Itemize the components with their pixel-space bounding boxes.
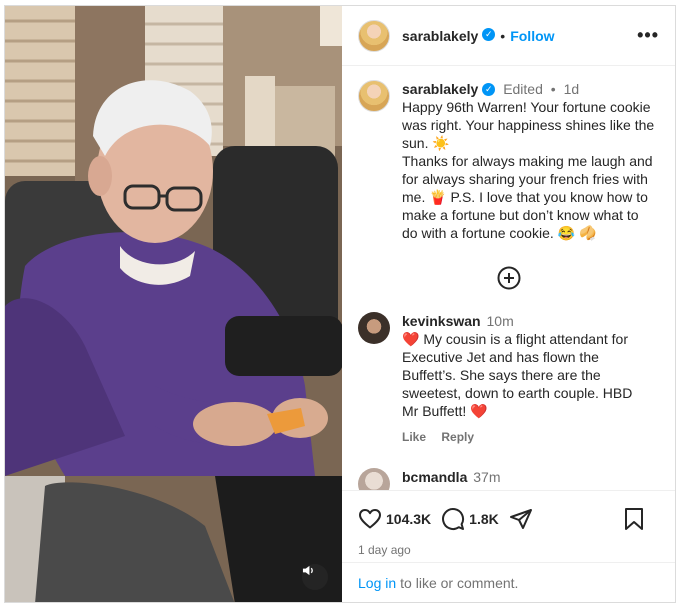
comment-timestamp[interactable]: 37m [473,469,500,485]
post-date[interactable]: 1 day ago [358,543,659,557]
photo-illustration [5,6,342,602]
post-photo[interactable] [5,6,342,602]
caption-text-line: make a fortune but don’t know what to [402,207,639,223]
caption-text-line: do with a fortune cookie. 😂 🥠 [402,225,597,241]
comment-username[interactable]: bcmandla [402,469,467,485]
comment-bubble-icon [442,508,465,530]
comment-text-line: Mr Buffett! ❤️ [402,403,488,419]
caption: sarablakely ✓ Edited • 1d Happy 96th Warr… [358,80,659,242]
caption-text-line: me. 🍟 P.S. I love that you know how to [402,189,648,205]
like-count: 104.3K [386,511,432,527]
comment-username[interactable]: kevinkswan [402,313,481,329]
caption-text-line: sun. ☀️ [402,135,450,151]
caption-username[interactable]: sarablakely [402,81,478,97]
caption-text-line: for always sharing your french fries wit… [402,171,648,187]
login-prompt-text: to like or comment. [400,574,519,591]
heart-icon [359,509,381,529]
save-button[interactable] [623,507,649,531]
audio-toggle-button[interactable] [302,564,328,590]
comment-text-line: ❤️ My cousin is a flight attendant for [402,331,628,347]
comment-reply-button[interactable]: Reply [441,430,474,444]
share-button[interactable] [509,507,537,531]
comment-timestamp[interactable]: 10m [487,313,514,329]
caption-text-line: Thanks for always making me laugh and [402,153,653,169]
avatar[interactable] [358,19,390,52]
caption-text-line: was right. Your happiness shines like th… [402,117,655,133]
comment-text-line: Buffett’s. She says there are the [402,367,601,383]
follow-button[interactable]: Follow [510,28,554,44]
bookmark-icon [625,508,643,530]
post-header: sarablakely ✓ • Follow ••• [342,6,675,66]
comment-avatar[interactable] [358,468,390,490]
speaker-icon [302,565,313,576]
like-button[interactable]: 104.3K [358,507,431,531]
comment: bcmandla 37m [358,468,659,490]
login-link[interactable]: Log in [358,575,396,591]
verified-badge-icon: ✓ [482,82,496,96]
edited-label: Edited [503,81,543,97]
comment-button[interactable]: 1.8K [441,507,499,531]
comment-avatar[interactable] [358,312,390,344]
share-plane-icon [509,509,532,529]
caption-avatar[interactable] [358,80,390,112]
comment-text-line: Executive Jet and has flown the [402,349,599,365]
post-side-panel: sarablakely ✓ • Follow ••• sarablakely ✓ … [342,6,675,602]
header-separator: • [500,27,506,44]
caption-timestamp[interactable]: 1d [564,81,580,97]
verified-badge-icon: ✓ [482,28,496,41]
load-more-comments-button[interactable] [358,266,659,290]
author-username[interactable]: sarablakely [402,28,478,44]
comment-like-button[interactable]: Like [402,430,426,444]
plus-circle-icon [497,266,520,290]
comments-section[interactable]: sarablakely ✓ Edited • 1d Happy 96th Warr… [342,66,675,490]
comment-text-line: sweetest, down to earth couple. HBD [402,385,633,401]
more-options-icon[interactable]: ••• [637,25,659,46]
login-prompt: Log in to like or comment. [342,562,675,602]
comment-count: 1.8K [469,511,499,527]
caption-text-line: Happy 96th Warren! Your fortune cookie [402,99,651,115]
instagram-post: sarablakely ✓ • Follow ••• sarablakely ✓ … [4,5,676,603]
comment: kevinkswan 10m ❤️ My cousin is a flight … [358,312,659,446]
caption-separator: • [550,81,556,97]
